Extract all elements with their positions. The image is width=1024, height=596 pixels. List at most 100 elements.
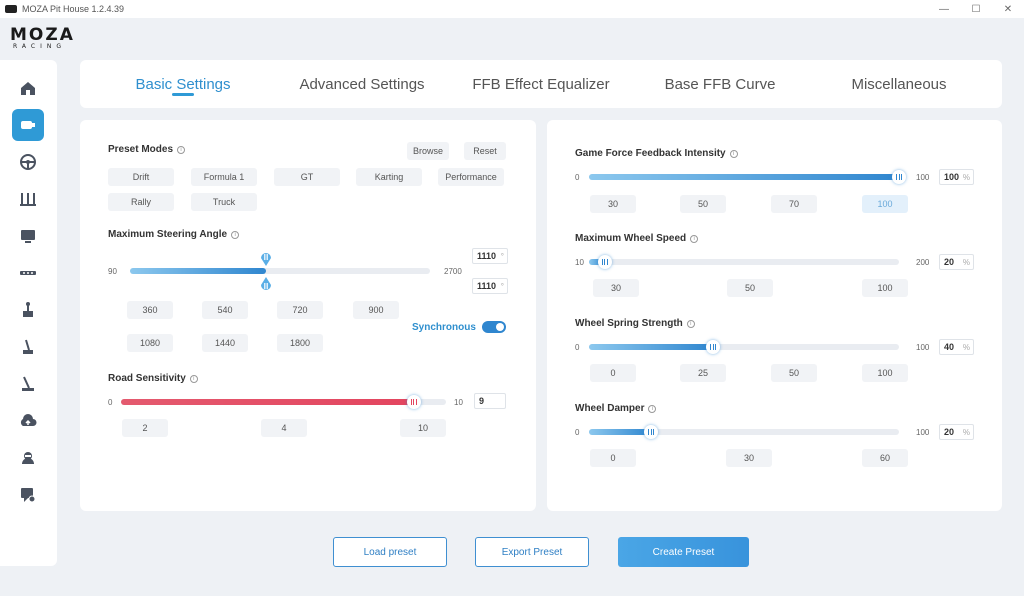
spring-preset-25[interactable]: 25 xyxy=(680,364,726,382)
wheel-speed-slider[interactable] xyxy=(589,259,899,265)
road-sensitivity-slider[interactable] xyxy=(121,399,446,405)
steering-angle-slider[interactable] xyxy=(130,268,430,274)
steering-preset-540[interactable]: 540 xyxy=(202,301,248,319)
tab-advanced-settings[interactable]: Advanced Settings xyxy=(273,60,451,108)
road-sensitivity-input[interactable]: 9 xyxy=(474,393,506,409)
browse-button[interactable]: Browse xyxy=(407,142,449,160)
spring-preset-100[interactable]: 100 xyxy=(862,364,908,382)
ffb-preset-30[interactable]: 30 xyxy=(590,195,636,213)
ffb-intensity-fill xyxy=(589,174,899,180)
steering-preset-1080[interactable]: 1080 xyxy=(127,334,173,352)
sidebar-item-dashboard[interactable] xyxy=(12,220,44,252)
ffb-intensity-text: Game Force Feedback Intensity xyxy=(575,148,726,159)
slider-grip-icon xyxy=(710,344,716,350)
road-sensitivity-min: 0 xyxy=(108,398,113,407)
steering-angle-fill xyxy=(130,268,266,274)
ffb-preset-50[interactable]: 50 xyxy=(680,195,726,213)
load-preset-button[interactable]: Load preset xyxy=(333,537,447,567)
info-icon[interactable]: i xyxy=(177,145,186,154)
ffb-preset-70[interactable]: 70 xyxy=(771,195,817,213)
preset-mode-formula-1[interactable]: Formula 1 xyxy=(191,168,257,186)
sidebar-item-home[interactable] xyxy=(12,72,44,104)
tab-ffb-effect-equalizer[interactable]: FFB Effect Equalizer xyxy=(452,60,630,108)
wheel-speed-preset-30[interactable]: 30 xyxy=(593,279,639,297)
preset-mode-performance[interactable]: Performance xyxy=(438,168,504,186)
tab-base-ffb-curve[interactable]: Base FFB Curve xyxy=(631,60,809,108)
sidebar-item-profile[interactable] xyxy=(12,442,44,474)
steering-preset-1440[interactable]: 1440 xyxy=(202,334,248,352)
preset-mode-gt[interactable]: GT xyxy=(274,168,340,186)
steering-preset-360[interactable]: 360 xyxy=(127,301,173,319)
wheel-speed-max: 200 xyxy=(916,258,930,267)
create-preset-button[interactable]: Create Preset xyxy=(618,537,749,567)
ffb-intensity-slider[interactable] xyxy=(589,174,899,180)
synchronous-toggle[interactable] xyxy=(482,321,506,333)
ffb-preset-100[interactable]: 100 xyxy=(862,195,908,213)
wheel-damper-text: Wheel Damper xyxy=(575,403,645,414)
road-sensitivity-handle[interactable] xyxy=(406,395,421,409)
spring-strength-slider[interactable] xyxy=(589,344,899,350)
info-icon[interactable]: i xyxy=(729,149,738,158)
steering-preset-720[interactable]: 720 xyxy=(277,301,323,319)
preset-mode-truck[interactable]: Truck xyxy=(191,193,257,211)
minimize-button[interactable]: — xyxy=(928,0,960,18)
window-controls: — ☐ ✕ xyxy=(928,0,1024,18)
slider-grip-icon xyxy=(648,429,654,435)
steering-angle-min: 90 xyxy=(108,267,117,276)
spring-strength-handle[interactable] xyxy=(706,340,720,354)
sidebar-item-handbrake[interactable] xyxy=(12,331,44,363)
info-icon[interactable]: i xyxy=(686,319,695,328)
spring-strength-input[interactable]: 40 % xyxy=(939,339,974,355)
wheel-speed-preset-50[interactable]: 50 xyxy=(727,279,773,297)
ffb-intensity-handle[interactable] xyxy=(892,170,906,184)
sidebar-item-handbrake-lever[interactable] xyxy=(12,368,44,400)
sidebar-item-cloud[interactable] xyxy=(12,405,44,437)
steering-preset-1800[interactable]: 1800 xyxy=(277,334,323,352)
preset-mode-drift[interactable]: Drift xyxy=(108,168,174,186)
info-icon[interactable]: i xyxy=(690,234,699,243)
damper-preset-60[interactable]: 60 xyxy=(862,449,908,467)
steering-preset-900[interactable]: 900 xyxy=(353,301,399,319)
tab-basic-settings[interactable]: Basic Settings xyxy=(94,60,272,108)
damper-preset-30[interactable]: 30 xyxy=(726,449,772,467)
reset-button[interactable]: Reset xyxy=(464,142,506,160)
sidebar-item-led-bar[interactable] xyxy=(12,257,44,289)
road-preset-10[interactable]: 10 xyxy=(400,419,446,437)
damper-preset-0[interactable]: 0 xyxy=(590,449,636,467)
sidebar-item-steering-wheel[interactable] xyxy=(12,146,44,178)
sidebar-item-support[interactable] xyxy=(12,479,44,511)
road-sensitivity-max: 10 xyxy=(454,398,463,407)
wheel-speed-preset-100[interactable]: 100 xyxy=(862,279,908,297)
wheel-speed-handle[interactable] xyxy=(597,255,612,269)
wheelbase-icon xyxy=(21,121,35,129)
steering-lock-input[interactable]: 1110 ° xyxy=(472,278,508,294)
preset-mode-rally[interactable]: Rally xyxy=(108,193,174,211)
ffb-intensity-label: Game Force Feedback Intensity i xyxy=(575,148,738,159)
ffb-intensity-input[interactable]: 100 % xyxy=(939,169,974,185)
info-icon[interactable]: i xyxy=(231,230,240,239)
info-icon[interactable]: i xyxy=(648,404,657,413)
road-preset-4[interactable]: 4 xyxy=(261,419,307,437)
export-preset-button[interactable]: Export Preset xyxy=(475,537,589,567)
steering-angle-bottom-handle-icon[interactable] xyxy=(260,277,272,293)
spring-preset-0[interactable]: 0 xyxy=(590,364,636,382)
steering-angle-input[interactable]: 1110 ° xyxy=(472,248,508,264)
tab-miscellaneous[interactable]: Miscellaneous xyxy=(810,60,988,108)
preset-mode-karting[interactable]: Karting xyxy=(356,168,422,186)
spring-preset-50[interactable]: 50 xyxy=(771,364,817,382)
tab-label: Base FFB Curve xyxy=(664,75,776,93)
wheel-damper-handle[interactable] xyxy=(644,425,658,439)
sidebar-item-shifter[interactable] xyxy=(12,294,44,326)
road-preset-2[interactable]: 2 xyxy=(122,419,168,437)
steering-angle-top-handle-icon[interactable] xyxy=(260,250,272,266)
wheel-damper-slider[interactable] xyxy=(589,429,899,435)
wheel-damper-input[interactable]: 20 % xyxy=(939,424,974,440)
steering-angle-max: 2700 xyxy=(444,267,462,276)
wheel-speed-input[interactable]: 20 % xyxy=(939,254,974,270)
sidebar-item-pedals[interactable] xyxy=(12,183,44,215)
shifter-icon xyxy=(23,302,33,317)
info-icon[interactable]: i xyxy=(189,374,198,383)
sidebar-item-wheelbase[interactable] xyxy=(12,109,44,141)
maximize-button[interactable]: ☐ xyxy=(960,0,992,18)
close-button[interactable]: ✕ xyxy=(992,0,1024,18)
